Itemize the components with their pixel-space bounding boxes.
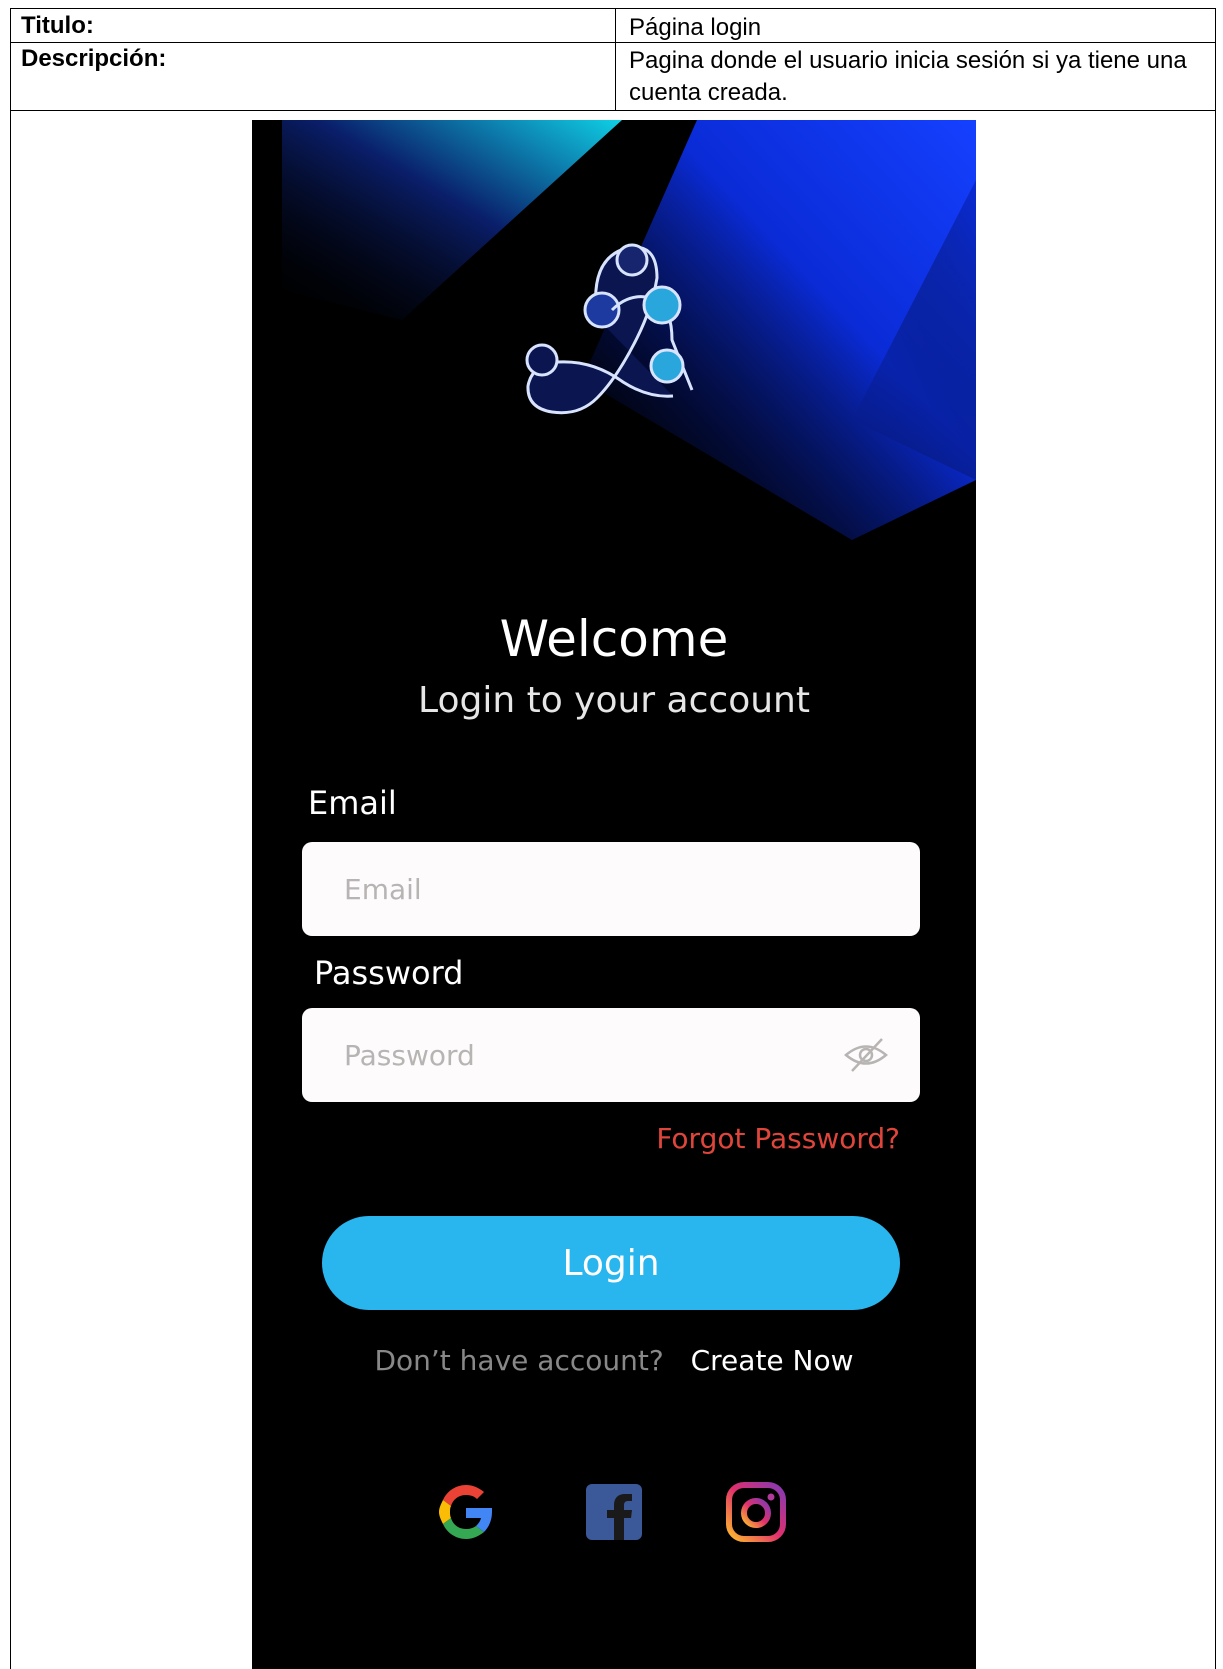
email-field[interactable]	[302, 842, 920, 936]
eye-off-icon[interactable]	[842, 1036, 890, 1074]
background-gradient	[282, 120, 976, 540]
title-row: Titulo: Página login	[11, 8, 1215, 42]
create-now-link[interactable]: Create Now	[691, 1344, 854, 1377]
email-label: Email	[308, 784, 397, 822]
password-field[interactable]	[302, 1008, 920, 1102]
no-account-text: Don’t have account?	[374, 1344, 664, 1377]
login-button[interactable]: Login	[322, 1216, 900, 1310]
login-subtitle: Login to your account	[418, 680, 810, 721]
login-screen: Welcome Login to your account Email Pass…	[252, 120, 976, 1669]
description-row: Descripción: Pagina donde el usuario ini…	[11, 42, 1215, 110]
facebook-icon[interactable]	[582, 1480, 646, 1544]
password-label: Password	[314, 954, 464, 992]
google-icon[interactable]	[434, 1480, 498, 1544]
welcome-title: Welcome	[499, 610, 729, 668]
signup-prompt: Don’t have account? Create Now	[252, 1344, 976, 1377]
column-divider	[615, 8, 616, 110]
instagram-icon[interactable]	[724, 1480, 788, 1544]
description-label: Descripción:	[21, 45, 167, 72]
description-value: Pagina donde el usuario inicia sesión si…	[629, 47, 1187, 106]
title-value: Página login	[629, 14, 762, 41]
title-label: Titulo:	[21, 12, 94, 39]
forgot-password-link[interactable]: Forgot Password?	[656, 1122, 900, 1155]
